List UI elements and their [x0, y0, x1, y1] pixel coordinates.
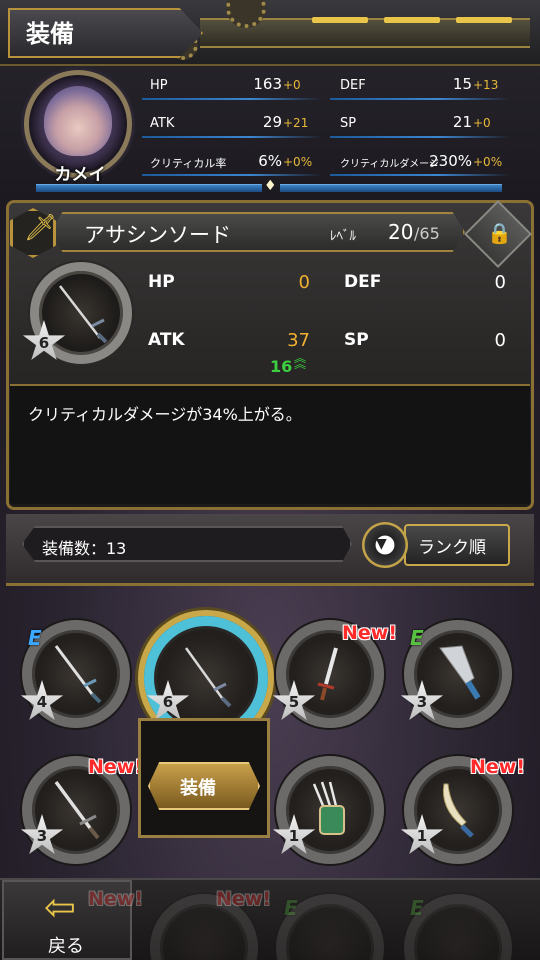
equipped-badge: E — [410, 626, 424, 650]
stat-underline — [142, 136, 322, 138]
page-title: 装備 — [26, 20, 74, 48]
slot-stars: 3 — [36, 827, 48, 845]
stat-value-hp: 163 — [253, 75, 282, 93]
new-badge: New! — [470, 756, 526, 778]
rail-slot — [384, 17, 440, 23]
stat-underline — [330, 136, 510, 138]
stat-underline — [330, 98, 510, 100]
upgrade-chevron-icon: ︽ ︽ — [294, 351, 307, 371]
stat-underline — [142, 98, 322, 100]
character-name: カメイ — [54, 165, 106, 185]
slot-stars: 3 — [416, 693, 428, 711]
stat-underline — [330, 174, 510, 176]
new-badge: New! — [216, 888, 272, 910]
back-button-label: 戻る — [48, 936, 84, 957]
stat-value-sp: 21 — [452, 113, 472, 131]
detail-value-hp: 0 — [298, 272, 310, 293]
detail-value-def: 0 — [494, 272, 506, 293]
level-label: ﾚﾍﾞﾙ — [330, 229, 356, 244]
back-arrow-icon: ⇦ — [44, 885, 76, 929]
equipment-name: アサシンソード — [84, 223, 231, 247]
detail-label-hp: HP — [148, 272, 175, 292]
equipped-badge: E — [284, 896, 298, 920]
rail-slot — [312, 17, 368, 23]
equipped-badge: E — [410, 896, 424, 920]
stat-value-def: 15 — [452, 75, 472, 93]
stat-label-atk: ATK — [150, 116, 175, 131]
detail-value-atk: 37 — [287, 330, 310, 351]
stat-bonus-crit-damage: +0% — [473, 155, 503, 169]
divider-bar — [280, 184, 502, 192]
stat-bonus-hp: +0 — [283, 78, 301, 92]
new-badge: New! — [342, 622, 398, 644]
detail-value-sp: 0 — [494, 330, 506, 351]
stat-value-atk: 29 — [262, 113, 282, 131]
stat-label-crit-rate: クリティカル率 — [150, 157, 227, 170]
character-portrait — [44, 86, 112, 156]
equip-button-label: 装備 — [180, 778, 216, 799]
detail-label-def: DEF — [344, 272, 382, 292]
stat-bonus-atk: +21 — [283, 116, 309, 130]
new-badge: New! — [88, 756, 144, 778]
detail-label-atk: ATK — [148, 330, 185, 350]
rarity-stars: 6 — [38, 334, 50, 352]
stat-label-sp: SP — [340, 116, 357, 131]
stat-bonus-def: +13 — [473, 78, 499, 92]
slot-stars: 4 — [36, 693, 48, 711]
equipment-description: クリティカルダメージが34%上がる。 — [28, 405, 302, 424]
new-badge: New! — [88, 888, 144, 910]
stat-underline — [142, 174, 322, 176]
sort-button-label: ランク順 — [418, 538, 486, 558]
stat-label-hp: HP — [150, 78, 168, 93]
lock-icon: 🔒 — [487, 221, 512, 245]
atk-upgrade-value: 16 — [270, 357, 293, 376]
stat-value-crit-rate: 6% — [258, 152, 282, 170]
rail-slot — [456, 17, 512, 23]
stat-bonus-sp: +0 — [473, 116, 491, 130]
slot-stars: 1 — [288, 827, 300, 845]
diamond-icon: ♦ — [264, 178, 277, 194]
equipment-count: 装備数：13 — [42, 539, 127, 558]
slot-stars: 5 — [288, 693, 300, 711]
sword-icon: 🗡 — [24, 213, 58, 243]
slot-stars: 1 — [416, 827, 428, 845]
level-value: 20 — [388, 220, 414, 244]
level-max: /65 — [414, 224, 440, 243]
divider-bar — [36, 184, 262, 192]
slot-stars: 6 — [162, 693, 174, 711]
stat-bonus-crit-rate: +0% — [283, 155, 313, 169]
detail-label-sp: SP — [344, 330, 369, 350]
chevron-down-icon: ▼ — [376, 536, 387, 552]
stat-label-def: DEF — [340, 78, 366, 93]
equipped-badge: E — [28, 626, 42, 650]
stat-value-crit-damage: 230% — [429, 152, 472, 170]
